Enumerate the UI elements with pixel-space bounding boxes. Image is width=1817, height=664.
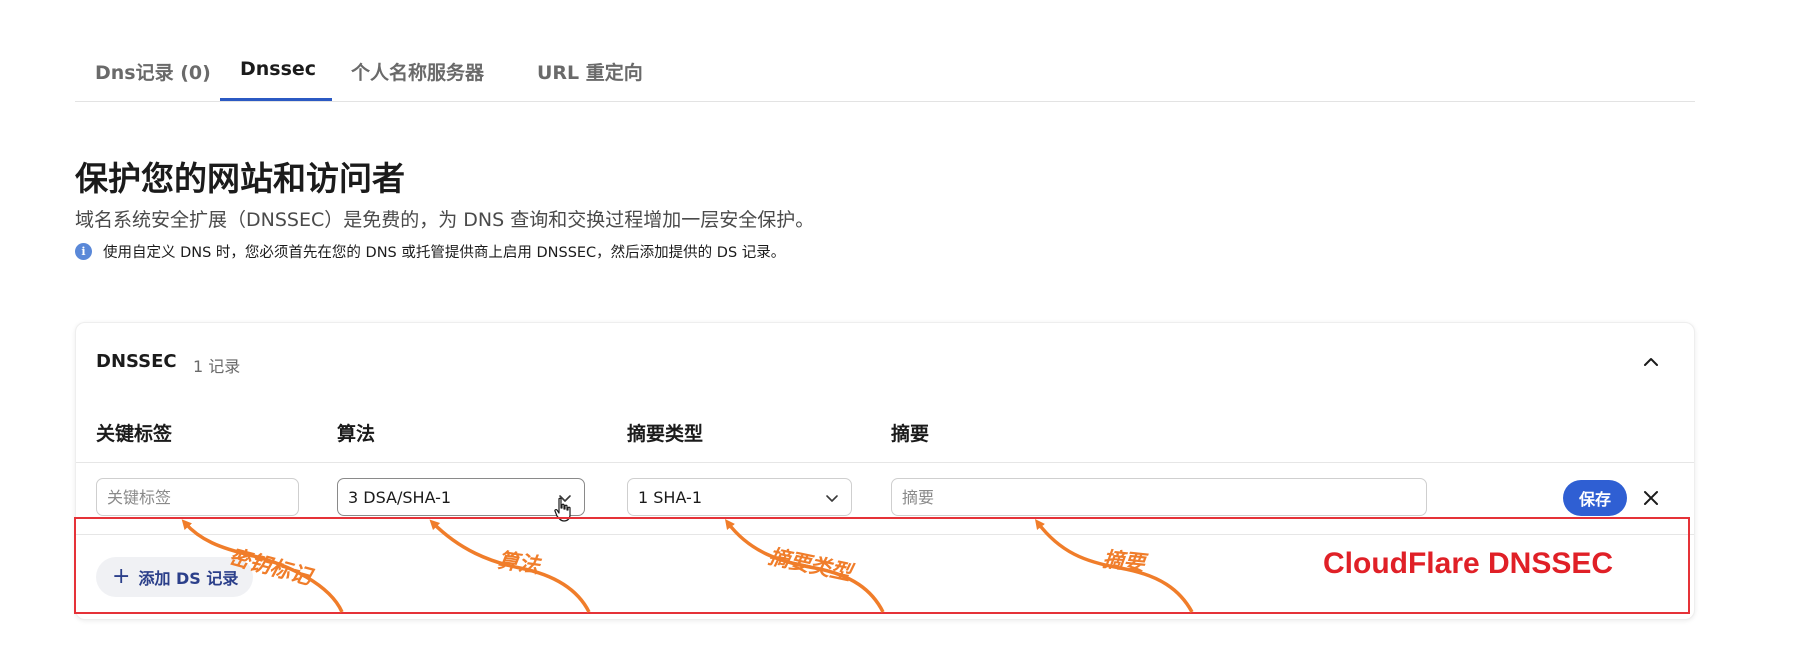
- column-header-digest: 摘要: [891, 423, 930, 445]
- tab-url-redirect[interactable]: URL 重定向: [537, 58, 643, 85]
- active-tab-indicator: [220, 98, 332, 101]
- column-header-key-tag: 关键标签: [96, 423, 173, 445]
- key-tag-field: [96, 478, 299, 516]
- chevron-down-icon: [826, 495, 838, 502]
- digest-input[interactable]: [892, 479, 1426, 515]
- digest-field: [891, 478, 1427, 516]
- column-header-digest-type: 摘要类型: [627, 423, 704, 445]
- info-text: 使用自定义 DNS 时，您必须首先在您的 DNS 或托管提供商上启用 DNSSE…: [103, 245, 786, 261]
- annotation-title: CloudFlare DNSSEC: [1323, 547, 1614, 580]
- algorithm-select[interactable]: 3 DSA/SHA-1: [337, 478, 585, 516]
- record-count: 1 记录: [193, 357, 241, 376]
- annotation-algorithm: 算法: [496, 548, 542, 578]
- digest-type-select[interactable]: 1 SHA-1: [627, 478, 852, 516]
- tab-dns-records[interactable]: Dns记录 (0): [95, 58, 211, 85]
- algorithm-value: 3 DSA/SHA-1: [348, 487, 452, 507]
- tab-dnssec[interactable]: Dnssec: [240, 58, 316, 80]
- digest-type-value: 1 SHA-1: [638, 487, 702, 507]
- info-note: i 使用自定义 DNS 时，您必须首先在您的 DNS 或托管提供商上启用 DNS…: [75, 241, 785, 262]
- annotation-digest: 摘要: [1101, 547, 1146, 576]
- tab-personal-nameservers[interactable]: 个人名称服务器: [351, 58, 484, 85]
- close-icon[interactable]: [1643, 490, 1659, 506]
- info-icon: i: [75, 243, 92, 260]
- page-title: 保护您的网站和访问者: [75, 159, 405, 198]
- page-description: 域名系统安全扩展（DNSSEC）是免费的，为 DNS 查询和交换过程增加一层安全…: [75, 209, 815, 231]
- column-header-algorithm: 算法: [337, 423, 376, 445]
- card-title: DNSSEC: [96, 351, 177, 372]
- tab-bar: Dns记录 (0) Dnssec 个人名称服务器 URL 重定向: [75, 48, 1695, 102]
- key-tag-input[interactable]: [97, 479, 298, 515]
- chevron-up-icon[interactable]: [1642, 353, 1660, 371]
- row-divider: [76, 462, 1694, 463]
- save-button[interactable]: 保存: [1563, 480, 1627, 516]
